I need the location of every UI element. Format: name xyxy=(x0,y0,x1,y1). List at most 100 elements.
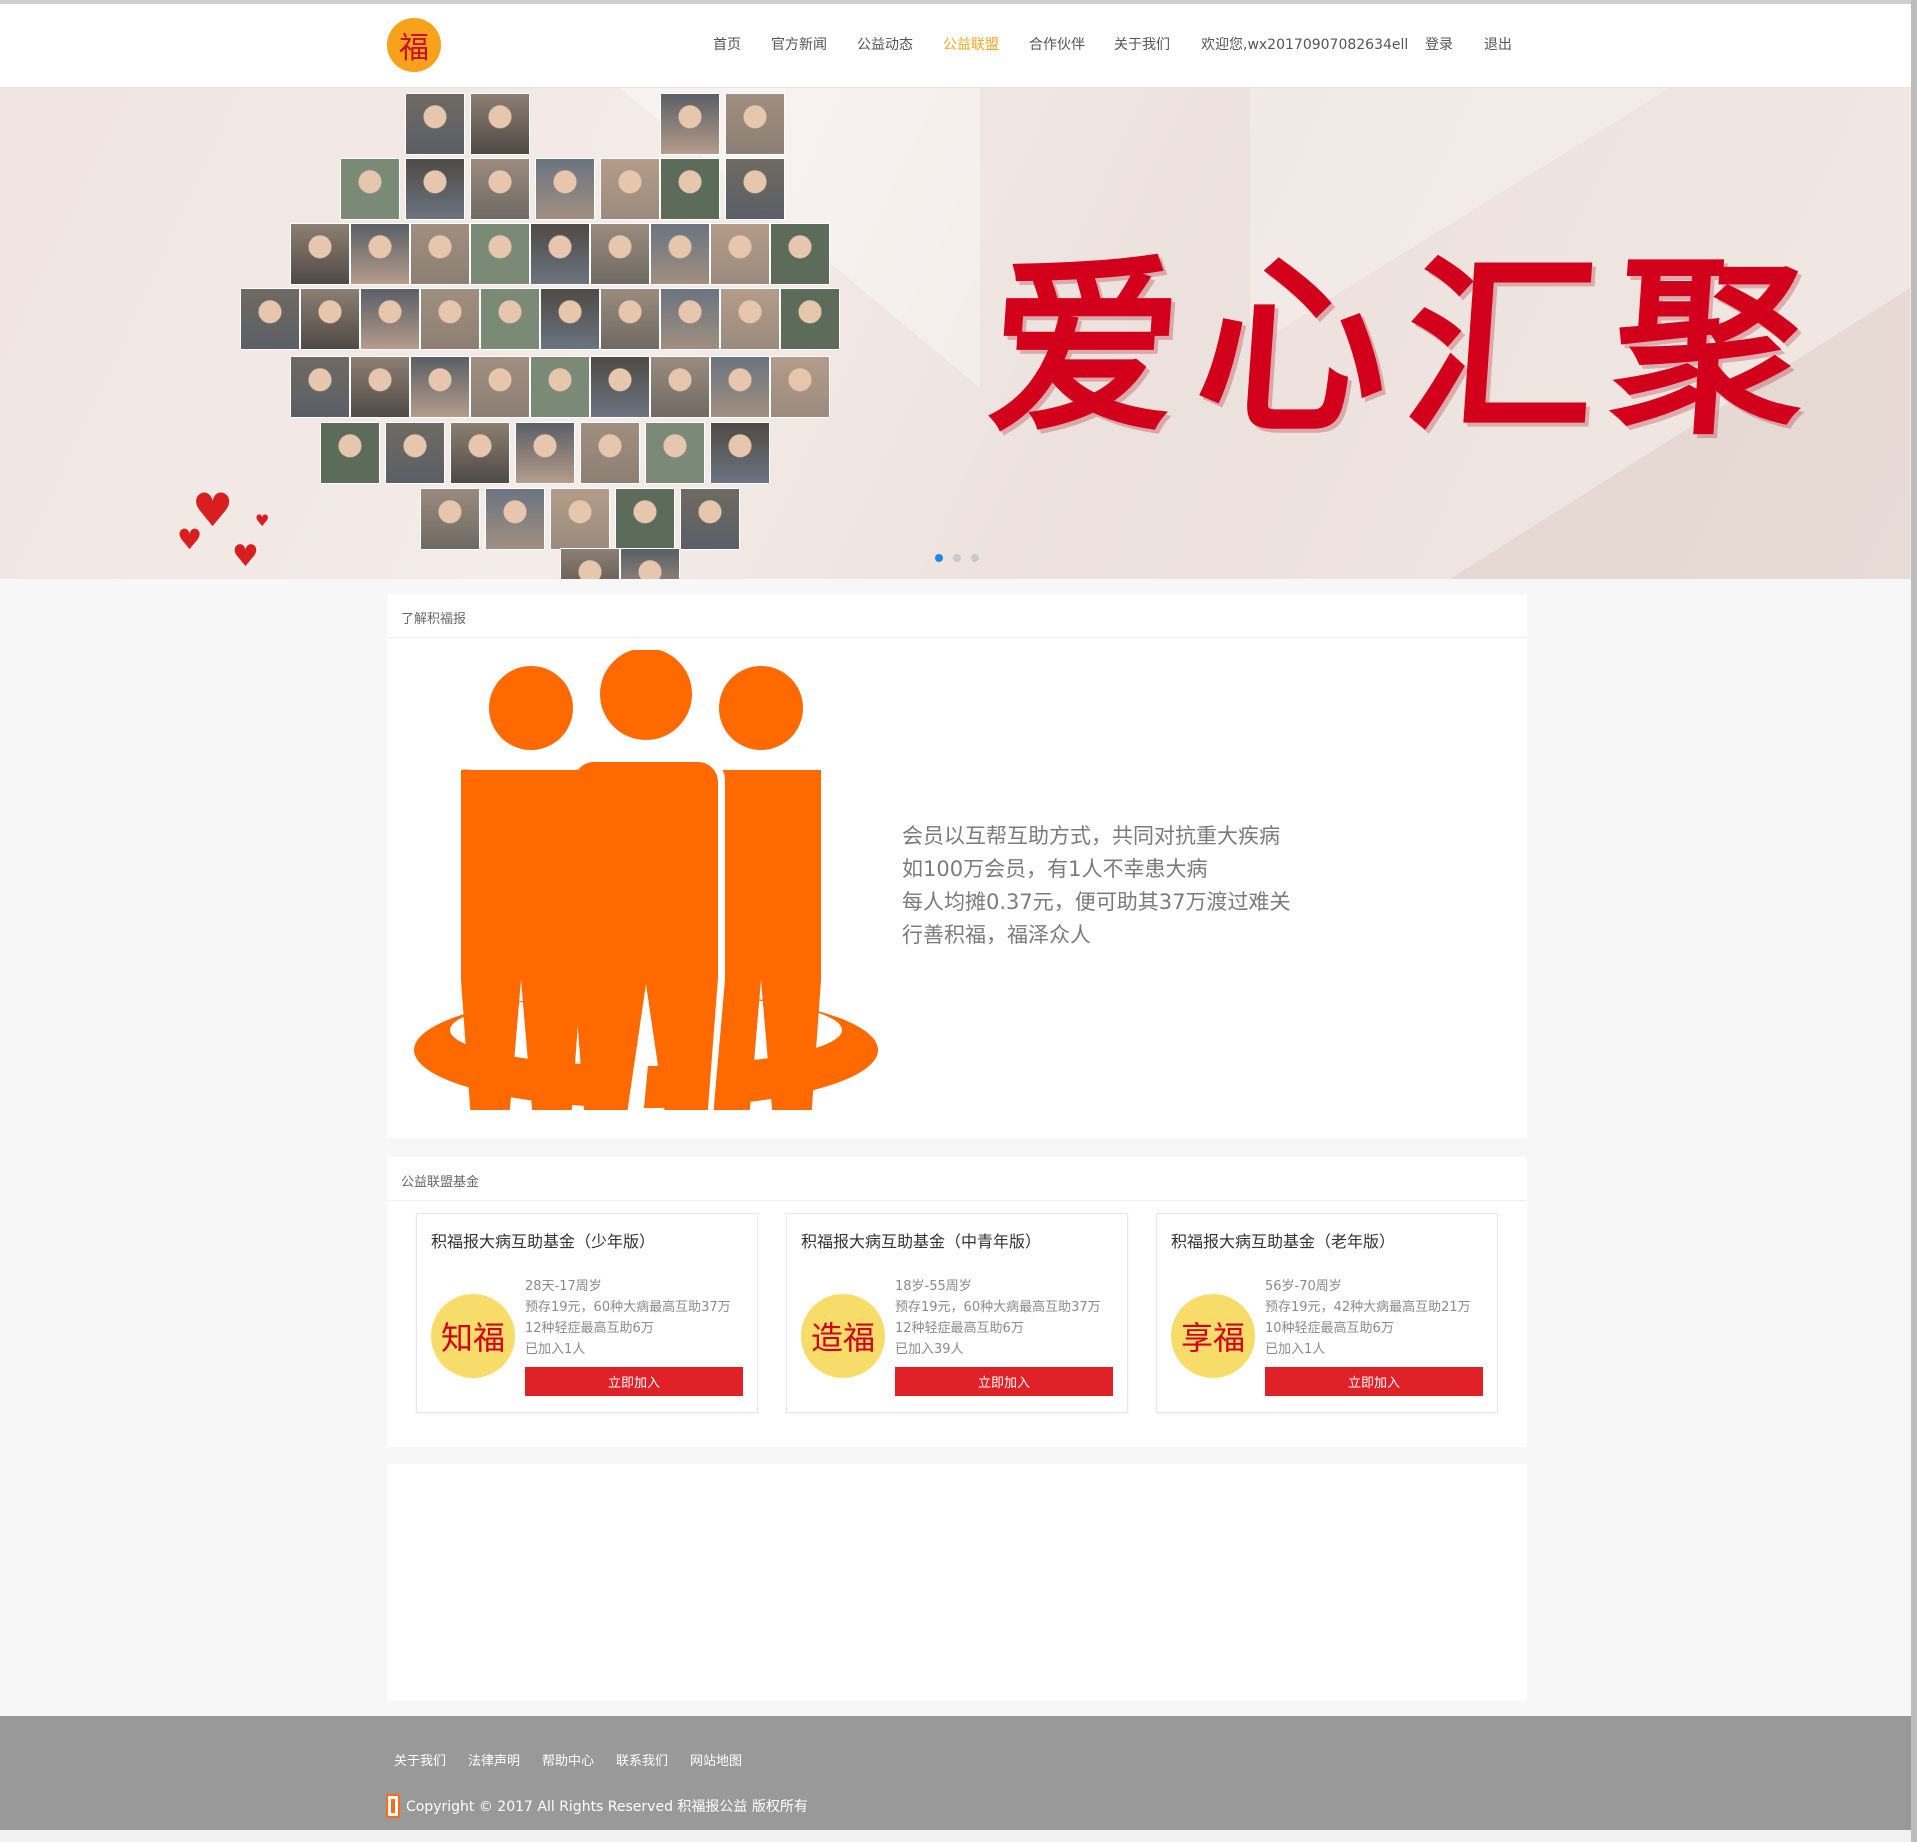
fund-details: 56岁-70周岁 预存19元，42种大病最高互助21万 10种轻症最高互助6万 … xyxy=(1265,1276,1471,1360)
fund-minor-coverage: 12种轻症最高互助6万 xyxy=(525,1321,654,1336)
portrait-photo xyxy=(405,93,465,155)
empty-content-panel xyxy=(387,1464,1527,1701)
portrait-photo xyxy=(340,158,400,220)
scrollbar[interactable] xyxy=(1911,0,1917,1842)
portrait-photo xyxy=(780,288,840,350)
portrait-photo xyxy=(485,488,545,550)
photo-mosaic xyxy=(240,88,920,579)
portrait-photo xyxy=(405,158,465,220)
footer-link-sitemap[interactable]: 网站地图 xyxy=(690,1750,742,1769)
hero-banner[interactable]: ♥ ♥ ♥ ♥ 爱心汇聚 xyxy=(0,88,1911,579)
portrait-photo xyxy=(615,488,675,550)
portrait-photo xyxy=(470,356,530,418)
section-title: 公益联盟基金 xyxy=(387,1157,1527,1201)
portrait-photo xyxy=(350,223,410,285)
footer-link-contact[interactable]: 联系我们 xyxy=(616,1750,668,1769)
carousel-dot-1[interactable] xyxy=(935,554,943,562)
bottom-strip xyxy=(0,1830,1911,1842)
heart-icon: ♥ xyxy=(232,539,259,574)
fund-badge: 享福 xyxy=(1171,1294,1255,1378)
fund-minor-coverage: 12种轻症最高互助6万 xyxy=(895,1321,1024,1336)
carousel-dot-3[interactable] xyxy=(971,554,979,562)
fund-coverage: 预存19元，42种大病最高互助21万 xyxy=(1265,1300,1471,1315)
nav-home[interactable]: 首页 xyxy=(713,34,741,54)
funds-section: 公益联盟基金 积福报大病互助基金（少年版） 知福 28天-17周岁 预存19元，… xyxy=(387,1157,1527,1447)
nav-welcome-user[interactable]: 欢迎您,wx20170907082634ell xyxy=(1201,34,1408,54)
fund-age: 18岁-55周岁 xyxy=(895,1279,972,1294)
portrait-photo xyxy=(590,223,650,285)
portrait-photo xyxy=(580,422,640,484)
mobile-phone-icon[interactable] xyxy=(386,1794,400,1818)
portrait-photo xyxy=(650,223,710,285)
heart-icon: ♥ xyxy=(255,511,270,530)
portrait-photo xyxy=(350,356,410,418)
portrait-photo xyxy=(720,288,780,350)
heart-icon: ♥ xyxy=(177,523,203,556)
nav-about[interactable]: 关于我们 xyxy=(1114,34,1170,54)
fund-badge: 造福 xyxy=(801,1294,885,1378)
portrait-photo xyxy=(290,223,350,285)
portrait-photo xyxy=(535,158,595,220)
portrait-photo xyxy=(420,488,480,550)
nav-charity-alliance[interactable]: 公益联盟 xyxy=(943,34,999,54)
portrait-photo xyxy=(650,356,710,418)
portrait-photo xyxy=(410,356,470,418)
fund-joined-count: 已加入39人 xyxy=(895,1342,964,1357)
fund-age: 56岁-70周岁 xyxy=(1265,1279,1342,1294)
nav-logout[interactable]: 退出 xyxy=(1484,34,1512,54)
site-footer: 关于我们 法律声明 帮助中心 联系我们 网站地图 Copyright © 201… xyxy=(0,1716,1911,1830)
portrait-photo xyxy=(770,223,830,285)
nav-charity-news[interactable]: 公益动态 xyxy=(857,34,913,54)
section-title: 了解积福报 xyxy=(387,594,1527,638)
portrait-photo xyxy=(660,93,720,155)
footer-link-legal[interactable]: 法律声明 xyxy=(468,1750,520,1769)
fund-age: 28天-17周岁 xyxy=(525,1279,602,1294)
fund-card-youth[interactable]: 积福报大病互助基金（少年版） 知福 28天-17周岁 预存19元，60种大病最高… xyxy=(416,1213,758,1413)
portrait-photo xyxy=(710,223,770,285)
fund-minor-coverage: 10种轻症最高互助6万 xyxy=(1265,1321,1394,1336)
portrait-photo xyxy=(550,488,610,550)
nav-official-news[interactable]: 官方新闻 xyxy=(771,34,827,54)
portrait-photo xyxy=(645,422,705,484)
portrait-photo xyxy=(480,288,540,350)
portrait-photo xyxy=(560,548,620,579)
fund-card-adult[interactable]: 积福报大病互助基金（中青年版） 造福 18岁-55周岁 预存19元，60种大病最… xyxy=(786,1213,1128,1413)
footer-link-help[interactable]: 帮助中心 xyxy=(542,1750,594,1769)
portrait-photo xyxy=(530,356,590,418)
about-section: 了解积福报 会员以互帮互助方式，共同对抗重大疾病 如100万会员，有1人不幸患大… xyxy=(387,594,1527,1138)
nav-login[interactable]: 登录 xyxy=(1425,34,1453,54)
copyright: Copyright © 2017 All Rights Reserved 积福报… xyxy=(386,1794,808,1818)
portrait-photo xyxy=(660,158,720,220)
portrait-photo xyxy=(240,288,300,350)
people-group-icon xyxy=(414,650,878,1110)
site-header: 福 首页 官方新闻 公益动态 公益联盟 合作伙伴 关于我们 欢迎您,wx2017… xyxy=(0,4,1911,88)
fund-joined-count: 已加入1人 xyxy=(1265,1342,1326,1357)
portrait-photo xyxy=(410,223,470,285)
carousel-dot-2[interactable] xyxy=(953,554,961,562)
nav-partners[interactable]: 合作伙伴 xyxy=(1029,34,1085,54)
banner-headline: 爱心汇聚 xyxy=(982,236,1830,459)
join-now-button[interactable]: 立即加入 xyxy=(1265,1367,1483,1396)
portrait-photo xyxy=(620,548,680,579)
fund-title[interactable]: 积福报大病互助基金（中青年版） xyxy=(801,1228,1041,1252)
portrait-photo xyxy=(660,288,720,350)
join-now-button[interactable]: 立即加入 xyxy=(895,1367,1113,1396)
about-line: 每人均摊0.37元，便可助其37万渡过难关 xyxy=(902,890,1291,914)
portrait-photo xyxy=(420,288,480,350)
about-line: 如100万会员，有1人不幸患大病 xyxy=(902,857,1208,881)
fund-details: 28天-17周岁 预存19元，60种大病最高互助37万 12种轻症最高互助6万 … xyxy=(525,1276,731,1360)
join-now-button[interactable]: 立即加入 xyxy=(525,1367,743,1396)
fund-card-senior[interactable]: 积福报大病互助基金（老年版） 享福 56岁-70周岁 预存19元，42种大病最高… xyxy=(1156,1213,1498,1413)
portrait-photo xyxy=(680,488,740,550)
fund-title[interactable]: 积福报大病互助基金（老年版） xyxy=(1171,1228,1395,1252)
fund-joined-count: 已加入1人 xyxy=(525,1342,586,1357)
footer-link-about[interactable]: 关于我们 xyxy=(394,1750,446,1769)
fund-coverage: 预存19元，60种大病最高互助37万 xyxy=(895,1300,1101,1315)
portrait-photo xyxy=(300,288,360,350)
copyright-text: Copyright © 2017 All Rights Reserved 积福报… xyxy=(406,1799,808,1815)
fund-details: 18岁-55周岁 预存19元，60种大病最高互助37万 12种轻症最高互助6万 … xyxy=(895,1276,1101,1360)
portrait-photo xyxy=(450,422,510,484)
fund-title[interactable]: 积福报大病互助基金（少年版） xyxy=(431,1228,655,1252)
portrait-photo xyxy=(770,356,830,418)
portrait-photo xyxy=(470,93,530,155)
